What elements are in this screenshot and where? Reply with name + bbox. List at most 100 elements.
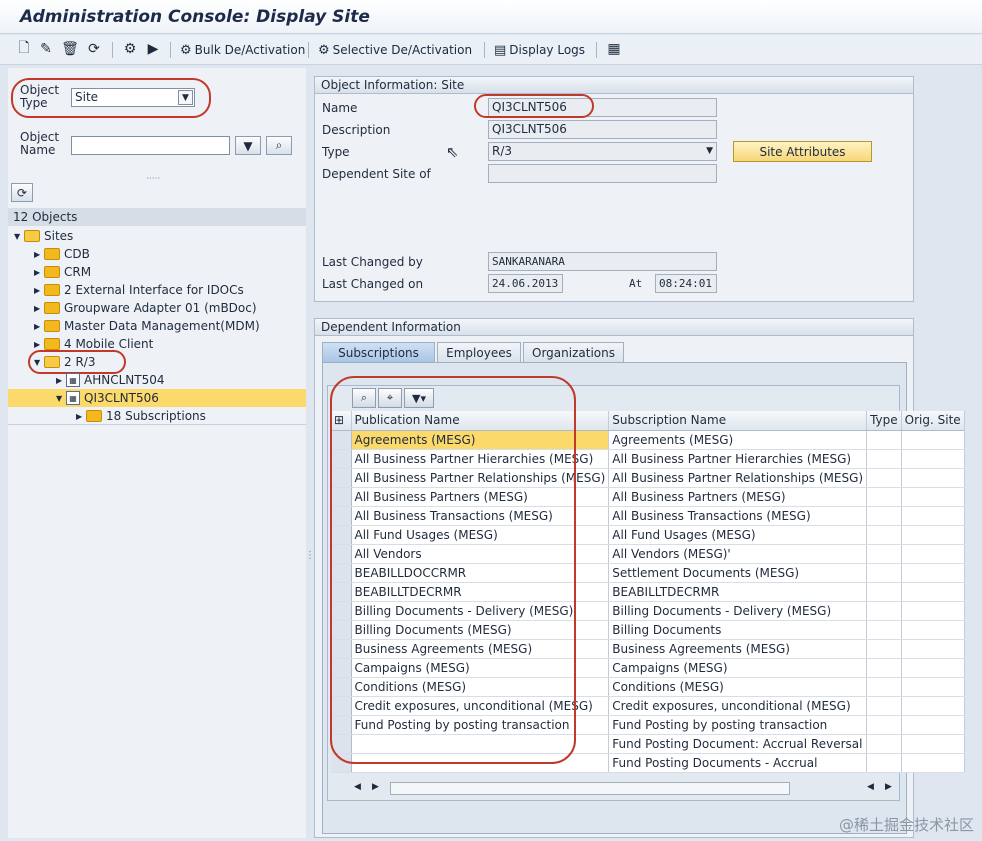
scroll-left-icon[interactable]: ◀ [867, 782, 874, 792]
row-selector[interactable] [331, 620, 352, 640]
table-row[interactable]: Conditions (MESG) Conditions (MESG) [331, 677, 965, 697]
row-selector[interactable] [331, 715, 352, 735]
changed-at-field[interactable]: 08:24:01 [655, 274, 717, 293]
tree-node-crm[interactable]: ▶ CRM [34, 263, 91, 281]
expand-toggle-icon[interactable]: ▼ [14, 232, 24, 241]
row-selector[interactable] [331, 658, 352, 678]
description-field[interactable]: QI3CLNT506 [488, 120, 717, 139]
expand-toggle-icon[interactable]: ▶ [34, 322, 44, 331]
dependent-site-field[interactable] [488, 164, 717, 183]
column-header-type[interactable]: Type [866, 411, 902, 431]
row-selector[interactable] [331, 430, 352, 450]
tab-organizations[interactable]: Organizations [523, 342, 624, 362]
tree-node-subscriptions[interactable]: ▶ 18 Subscriptions [76, 407, 206, 425]
table-row[interactable]: All Business Partner Hierarchies (MESG) A… [331, 449, 965, 469]
column-header-subscription[interactable]: Subscription Name [608, 411, 868, 431]
expand-toggle-icon[interactable]: ▶ [34, 286, 44, 295]
changed-on-field[interactable]: 24.06.2013 [488, 274, 563, 293]
scroll-thumb[interactable] [390, 782, 790, 795]
table-row[interactable]: All Vendors All Vendors (MESG)' [331, 544, 965, 564]
bulk-activation-button[interactable]: ⚙ Bulk De/Activation [180, 41, 305, 59]
tree-node-cdb[interactable]: ▶ CDB [34, 245, 90, 263]
splitter-grip[interactable]: ····· [146, 174, 160, 184]
row-selector[interactable] [331, 639, 352, 659]
tree-node-r3[interactable]: ▼ 2 R/3 [34, 353, 95, 371]
table-row[interactable]: All Business Partners (MESG) All Business… [331, 487, 965, 507]
expand-toggle-icon[interactable]: ▶ [34, 340, 44, 349]
expand-toggle-icon[interactable]: ▼ [56, 394, 66, 403]
type-select[interactable]: R/3 ▼ [488, 142, 717, 161]
row-selector[interactable] [331, 449, 352, 469]
tree-node-external-interface[interactable]: ▶ 2 External Interface for IDOCs [34, 281, 244, 299]
name-field[interactable]: QI3CLNT506 [488, 98, 717, 117]
table-row[interactable]: Fund Posting Document: Accrual Reversal [331, 734, 965, 754]
tree-node-qi3clnt506[interactable]: ▼ ▦ QI3CLNT506 [8, 389, 306, 407]
row-selector[interactable] [331, 753, 352, 773]
table-row[interactable]: BEABILLDOCCRMR Settlement Documents (MESG… [331, 563, 965, 583]
activate-icon[interactable]: ⚙ [122, 41, 138, 57]
site-attributes-button[interactable]: Site Attributes [733, 141, 872, 162]
table-row[interactable]: BEABILLTDECRMR BEABILLTDECRMR [331, 582, 965, 602]
row-selector[interactable] [331, 506, 352, 526]
expand-toggle-icon[interactable]: ▶ [34, 250, 44, 259]
row-selector[interactable] [331, 677, 352, 697]
changed-by-field[interactable]: SANKARANARA [488, 252, 717, 271]
filter-button[interactable]: ▼ [235, 136, 261, 155]
horizontal-scrollbar[interactable]: ◀ ▶ ◀ ▶ [352, 780, 897, 798]
tab-subscriptions[interactable]: Subscriptions [322, 342, 435, 362]
expand-toggle-icon[interactable]: ▶ [34, 304, 44, 313]
new-icon[interactable]: 🗋 [16, 40, 32, 57]
table-row[interactable]: Campaigns (MESG) Campaigns (MESG) [331, 658, 965, 678]
chevron-down-icon[interactable]: ▼ [178, 90, 193, 105]
table-row[interactable]: Billing Documents (MESG) Billing Document… [331, 620, 965, 640]
column-header-publication[interactable]: Publication Name [351, 411, 610, 431]
find-button[interactable]: ⌕ [266, 136, 292, 155]
tree-node-sites[interactable]: ▼ Sites [14, 227, 73, 245]
table-row[interactable]: Agreements (MESG) Agreements (MESG) [331, 430, 965, 450]
table-row[interactable]: Credit exposures, unconditional (MESG) Cr… [331, 696, 965, 716]
scroll-left-icon[interactable]: ◀ [354, 782, 361, 792]
vertical-splitter-grip[interactable]: ⋮ [305, 550, 315, 561]
object-type-select[interactable]: Site ▼ [71, 88, 195, 107]
table-row[interactable]: All Fund Usages (MESG) All Fund Usages (M… [331, 525, 965, 545]
row-selector[interactable] [331, 544, 352, 564]
row-selector[interactable] [331, 468, 352, 488]
layout-icon[interactable]: ▦ [606, 41, 622, 57]
tree-node-mdm[interactable]: ▶ Master Data Management(MDM) [34, 317, 260, 335]
row-selector[interactable] [331, 696, 352, 716]
filter-icon[interactable]: ▼▾ [404, 388, 434, 408]
refresh-icon[interactable]: ⟳ [86, 41, 102, 57]
select-all-icon[interactable]: ⊞ [331, 411, 352, 431]
table-row[interactable]: Fund Posting by posting transaction Fund … [331, 715, 965, 735]
tree-node-groupware[interactable]: ▶ Groupware Adapter 01 (mBDoc) [34, 299, 257, 317]
expand-toggle-icon[interactable]: ▶ [56, 376, 66, 385]
selective-activation-button[interactable]: ⚙ Selective De/Activation [318, 41, 472, 59]
table-row[interactable]: All Business Transactions (MESG) All Busi… [331, 506, 965, 526]
expand-toggle-icon[interactable]: ▶ [34, 268, 44, 277]
table-row[interactable]: Billing Documents - Delivery (MESG) Billi… [331, 601, 965, 621]
row-selector[interactable] [331, 582, 352, 602]
find-icon[interactable]: ⌖ [378, 388, 402, 408]
tab-employees[interactable]: Employees [437, 342, 521, 362]
table-row[interactable]: Business Agreements (MESG) Business Agree… [331, 639, 965, 659]
row-selector[interactable] [331, 734, 352, 754]
display-logs-button[interactable]: ▤ Display Logs [494, 41, 585, 59]
delete-icon[interactable]: 🗑 [61, 41, 79, 57]
chevron-down-icon[interactable]: ▼ [706, 144, 713, 159]
object-name-input[interactable] [71, 136, 230, 155]
transport-icon[interactable]: ▶ [145, 41, 161, 57]
edit-icon[interactable]: ✎ [38, 41, 54, 57]
table-row[interactable]: All Business Partner Relationships (MESG… [331, 468, 965, 488]
details-icon[interactable]: ⌕ [352, 388, 376, 408]
expand-toggle-icon[interactable]: ▼ [34, 358, 44, 367]
scroll-right-icon[interactable]: ▶ [372, 782, 379, 792]
row-selector[interactable] [331, 487, 352, 507]
row-selector[interactable] [331, 563, 352, 583]
expand-toggle-icon[interactable]: ▶ [76, 412, 86, 421]
scroll-right-icon[interactable]: ▶ [885, 782, 892, 792]
tree-node-ahnclnt504[interactable]: ▶ ▦ AHNCLNT504 [56, 371, 164, 389]
row-selector[interactable] [331, 601, 352, 621]
row-selector[interactable] [331, 525, 352, 545]
tree-node-mobile-client[interactable]: ▶ 4 Mobile Client [34, 335, 153, 353]
column-header-orig-site[interactable]: Orig. Site [901, 411, 965, 431]
